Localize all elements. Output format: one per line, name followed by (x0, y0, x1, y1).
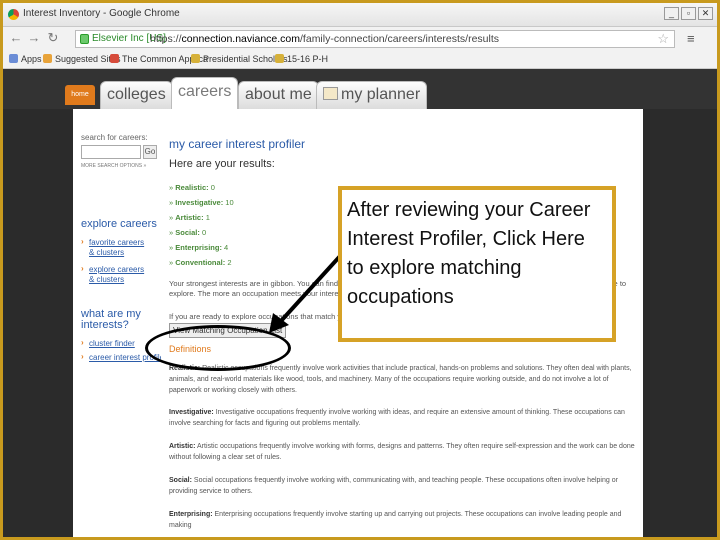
common-app-icon (110, 54, 119, 63)
bookmark-presidential-scholars[interactable]: Presidential Scholars (191, 54, 288, 64)
score-social: » Social: 0 (169, 228, 207, 237)
home-tab[interactable]: home (65, 85, 95, 105)
page-title: my career interest profiler (169, 137, 306, 151)
chrome-menu-icon[interactable]: ≡ (687, 31, 695, 46)
callout-box: After reviewing your Career Interest Pro… (338, 186, 616, 342)
window-title: Interest Inventory - Google Chrome (23, 8, 180, 19)
apps-icon (9, 54, 18, 63)
back-icon[interactable]: ← (9, 31, 23, 45)
folder-icon (275, 54, 284, 63)
explore-careers-heading: explore careers (81, 218, 157, 230)
bookmark-15-16[interactable]: 15-16 P-H (275, 54, 328, 64)
favorite-careers-link[interactable]: favorite careers & clusters (81, 237, 149, 258)
close-button[interactable]: ✕ (698, 7, 713, 20)
forward-icon[interactable]: → (27, 31, 41, 45)
address-bar[interactable]: Elsevier Inc [US] https://connection.nav… (75, 30, 675, 48)
definition-social: Social: Social occupations frequently in… (169, 477, 618, 495)
results-subtitle: Here are your results: (169, 158, 275, 170)
explore-careers-link[interactable]: explore careers & clusters (81, 264, 149, 285)
score-realistic: » Realistic: 0 (169, 183, 215, 192)
score-artistic: » Artistic: 1 (169, 213, 210, 222)
search-label: search for careers: (81, 133, 148, 142)
suggested-sites-icon (43, 54, 52, 63)
presidential-scholars-icon (191, 54, 200, 63)
chrome-icon (8, 9, 19, 20)
cluster-finder-link[interactable]: cluster finder (81, 338, 135, 349)
highlight-circle (145, 325, 291, 371)
lock-icon (80, 34, 89, 44)
reload-icon[interactable]: ↻ (46, 31, 60, 45)
tab-about-me[interactable]: about me (238, 81, 319, 109)
bookmarks-bar: Apps Suggested Sites The Common Applica … (3, 51, 717, 69)
go-button[interactable]: Go (143, 145, 157, 159)
definition-investigative: Investigative: Investigative occupations… (169, 409, 625, 427)
planner-icon (323, 87, 338, 100)
url-text: https://connection.naviance.com/family-c… (150, 33, 500, 45)
score-conventional: » Conventional: 2 (169, 258, 232, 267)
minimize-button[interactable]: _ (664, 7, 679, 20)
bookmark-apps[interactable]: Apps (9, 54, 42, 64)
bookmark-suggested-sites[interactable]: Suggested Sites (43, 54, 121, 64)
definition-enterprising: Enterprising: Enterprising occupations f… (169, 511, 622, 529)
site-header: home colleges careers about me my planne… (3, 69, 717, 110)
score-investigative: » Investigative: 10 (169, 198, 234, 207)
definition-artistic: Artistic: Artistic occupations frequentl… (169, 443, 635, 461)
career-search-input[interactable] (81, 145, 141, 159)
more-search-options-link[interactable]: MORE SEARCH OPTIONS » (81, 163, 146, 169)
tab-careers[interactable]: careers (171, 77, 239, 110)
browser-toolbar: ← → ↻ Elsevier Inc [US] https://connecti… (3, 27, 717, 51)
score-enterprising: » Enterprising: 4 (169, 243, 229, 252)
slide-frame: Interest Inventory - Google Chrome _ ▫ ✕… (0, 0, 720, 540)
browser-titlebar: Interest Inventory - Google Chrome _ ▫ ✕ (3, 3, 717, 27)
sidebar: search for careers: Go MORE SEARCH OPTIO… (81, 133, 161, 362)
interests-heading: what are my interests? (81, 308, 141, 331)
tab-colleges[interactable]: colleges (100, 81, 173, 109)
maximize-button[interactable]: ▫ (681, 7, 696, 20)
bookmark-star-icon[interactable]: ☆ (657, 31, 669, 47)
tab-my-planner[interactable]: my planner (316, 81, 428, 109)
